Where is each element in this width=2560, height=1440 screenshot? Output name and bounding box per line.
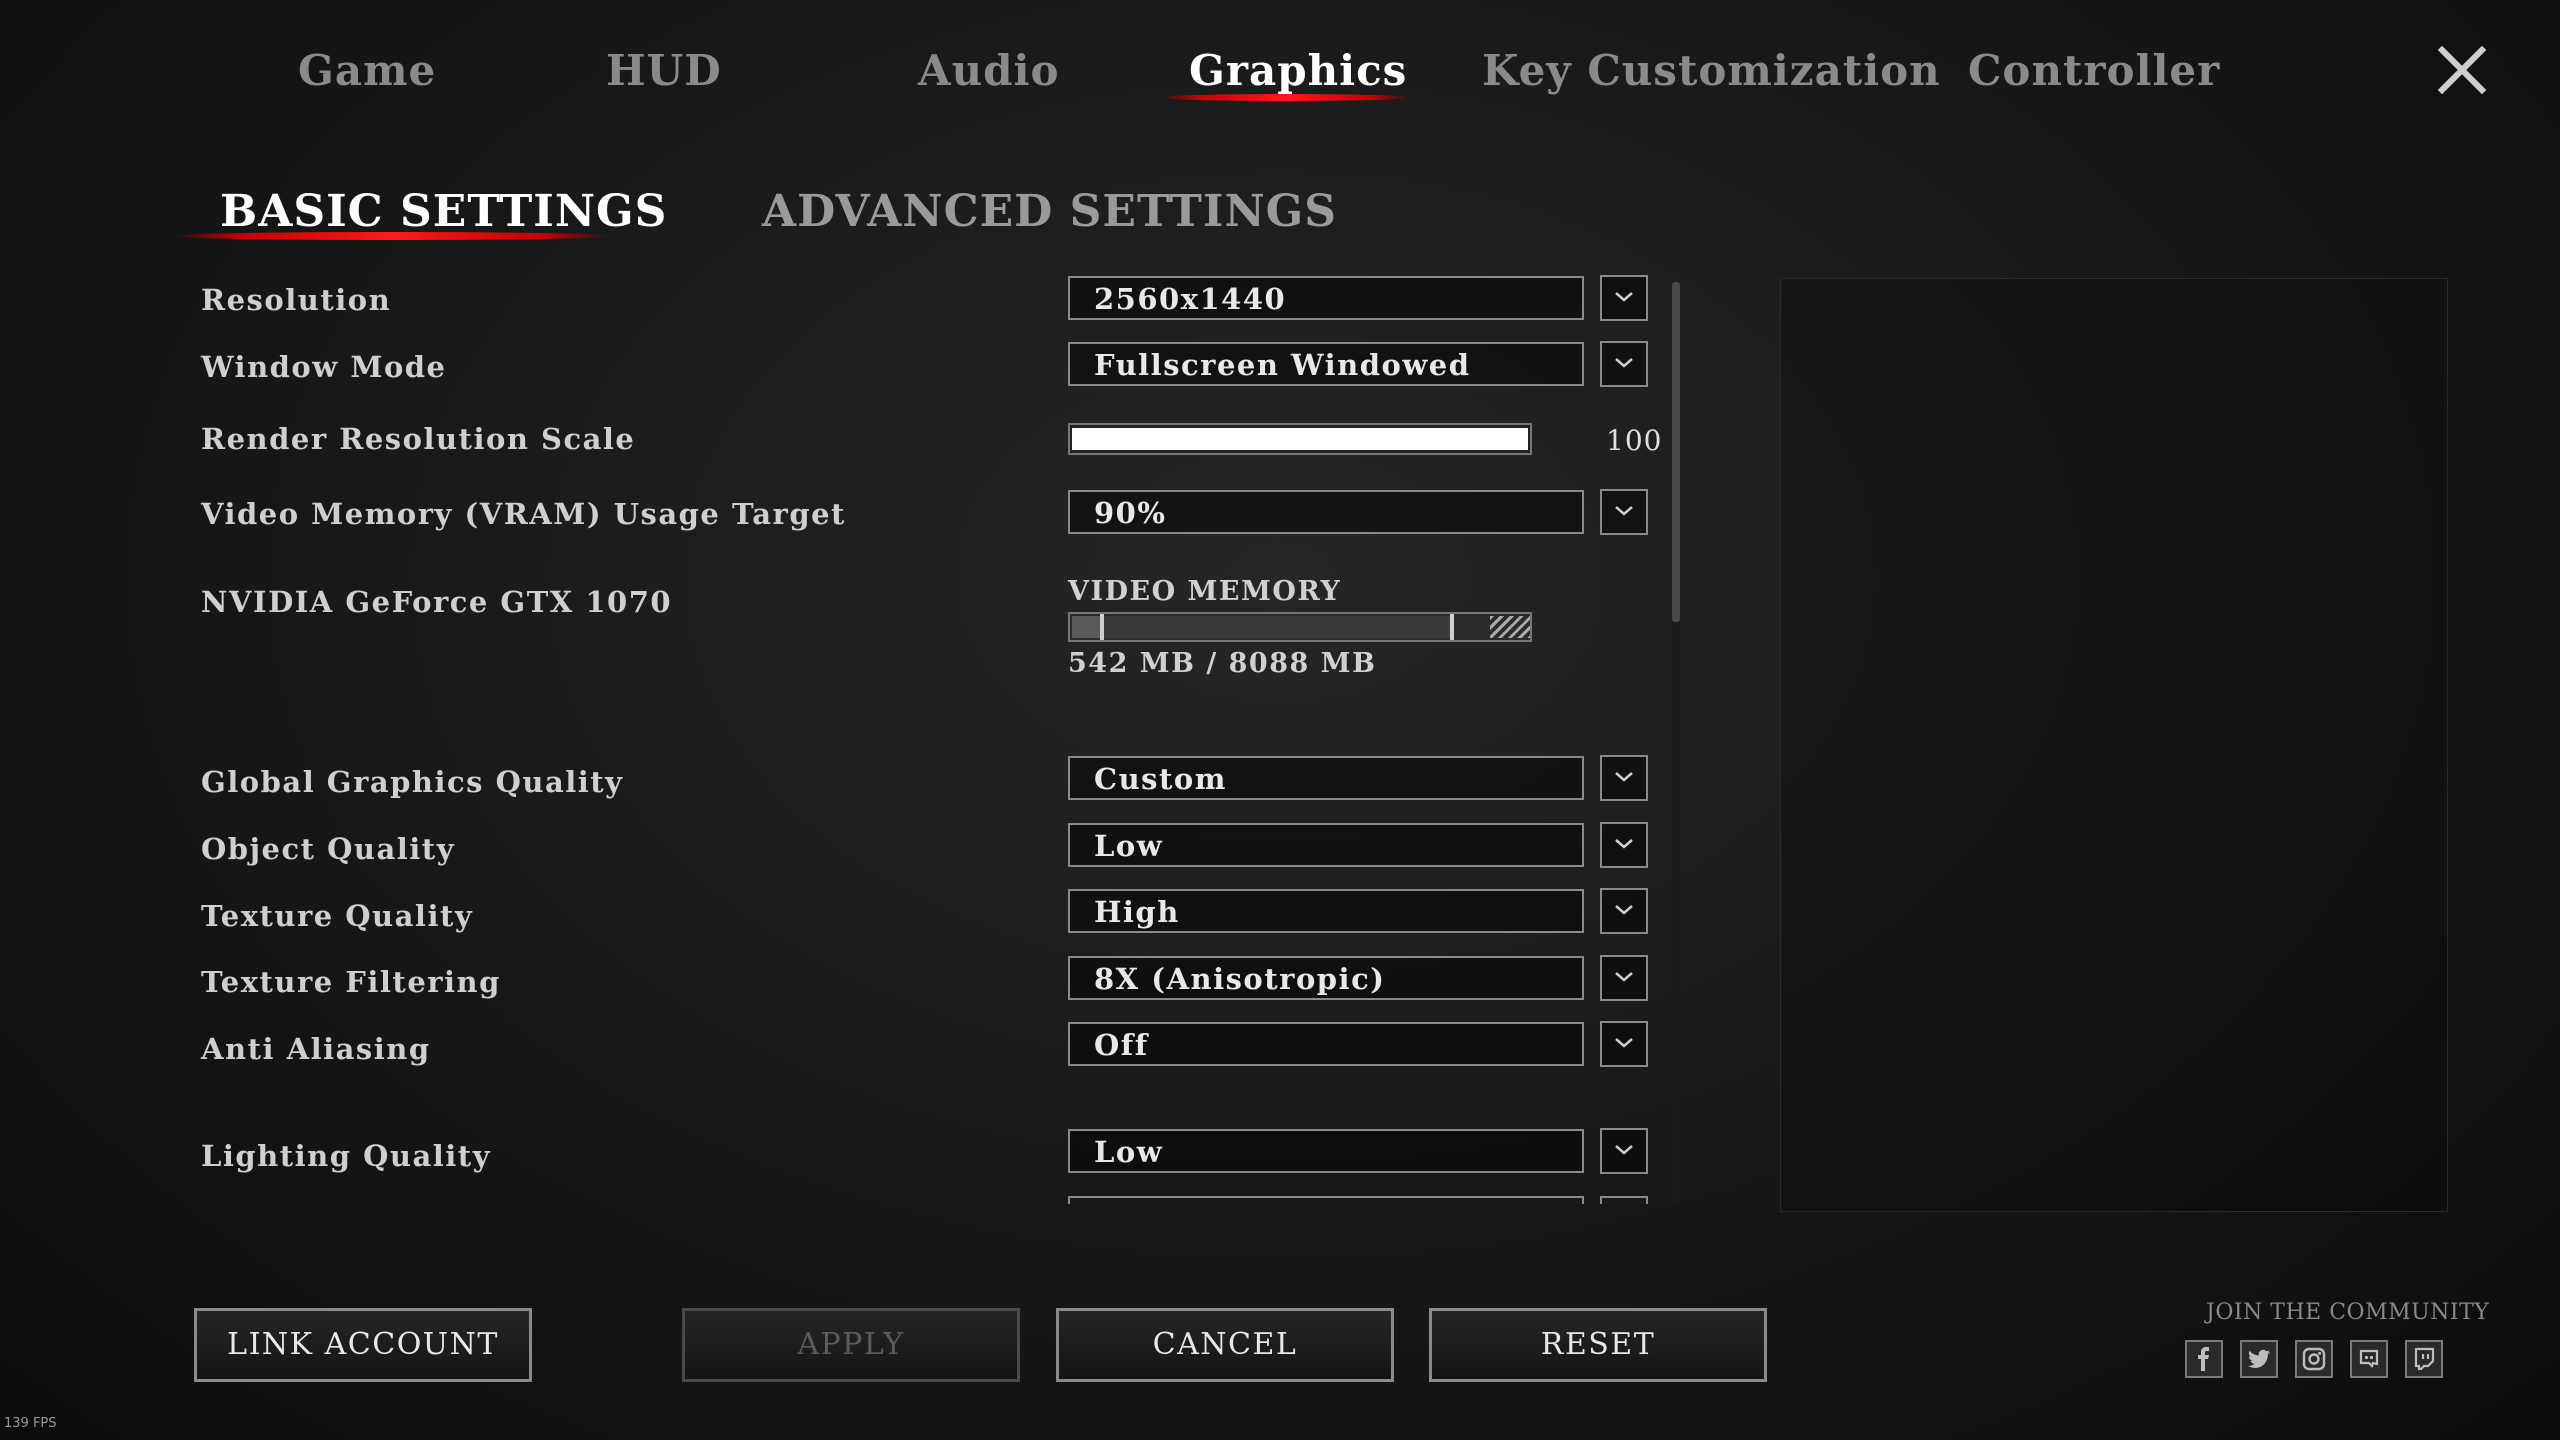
texture-filtering-label: Texture Filtering <box>201 965 501 999</box>
lighting-quality-label: Lighting Quality <box>201 1139 492 1173</box>
texture-quality-label: Texture Quality <box>201 899 474 933</box>
global-quality-dropdown[interactable]: Custom <box>1068 756 1584 800</box>
link-account-button[interactable]: LINK ACCOUNT <box>194 1308 532 1382</box>
top-tab-bar: Game HUD Audio Graphics Key Customizatio… <box>0 0 2560 130</box>
lighting-quality-value: Low <box>1094 1135 1164 1169</box>
clipped-next-dropdown-button <box>1600 1196 1648 1204</box>
video-memory-usage-text: 542 MB / 8088 MB <box>1068 648 1377 679</box>
chevron-down-icon <box>1615 1038 1633 1048</box>
object-quality-label: Object Quality <box>201 832 456 866</box>
video-memory-reserved-hatch <box>1490 616 1530 638</box>
texture-filtering-dropdown-button[interactable] <box>1600 955 1648 1001</box>
tab-graphics[interactable]: Graphics <box>1189 46 1407 95</box>
active-tab-underline <box>1160 94 1410 101</box>
instagram-icon[interactable] <box>2295 1340 2333 1378</box>
vram-target-dropdown-button[interactable] <box>1600 489 1648 535</box>
clipped-next-dropdown <box>1068 1196 1584 1204</box>
chevron-down-icon <box>1615 506 1633 516</box>
global-quality-value: Custom <box>1094 762 1227 796</box>
apply-button[interactable]: APPLY <box>682 1308 1020 1382</box>
render-scale-value: 100 <box>1606 424 1663 457</box>
global-quality-dropdown-button[interactable] <box>1600 755 1648 801</box>
video-memory-used-marker <box>1100 614 1104 640</box>
tab-key-customization[interactable]: Key Customization <box>1482 46 1941 95</box>
tab-game[interactable]: Game <box>298 46 436 95</box>
window-mode-value: Fullscreen Windowed <box>1094 348 1471 382</box>
twitter-icon[interactable] <box>2240 1340 2278 1378</box>
close-icon[interactable] <box>2436 44 2488 96</box>
texture-filtering-value: 8X (Anisotropic) <box>1094 962 1386 996</box>
texture-quality-value: High <box>1094 895 1180 929</box>
resolution-dropdown[interactable]: 2560x1440 <box>1068 276 1584 320</box>
window-mode-dropdown[interactable]: Fullscreen Windowed <box>1068 342 1584 386</box>
video-memory-bar <box>1068 612 1532 642</box>
settings-scrollbar-thumb[interactable] <box>1672 282 1680 622</box>
join-community-label: JOIN THE COMMUNITY <box>2206 1300 2490 1325</box>
fps-counter: 139 FPS <box>4 1416 57 1431</box>
lighting-quality-dropdown-button[interactable] <box>1600 1128 1648 1174</box>
anti-aliasing-value: Off <box>1094 1028 1149 1062</box>
cancel-button[interactable]: CANCEL <box>1056 1308 1394 1382</box>
chevron-down-icon <box>1615 292 1633 302</box>
tab-hud[interactable]: HUD <box>606 46 722 95</box>
subtab-advanced-settings[interactable]: ADVANCED SETTINGS <box>762 186 1337 237</box>
texture-quality-dropdown-button[interactable] <box>1600 888 1648 934</box>
tab-audio[interactable]: Audio <box>918 46 1059 95</box>
resolution-value: 2560x1440 <box>1094 282 1287 316</box>
window-mode-dropdown-button[interactable] <box>1600 341 1648 387</box>
chevron-down-icon <box>1615 772 1633 782</box>
subtab-basic-settings[interactable]: BASIC SETTINGS <box>220 186 667 237</box>
chevron-down-icon <box>1615 358 1633 368</box>
facebook-icon[interactable] <box>2185 1340 2223 1378</box>
object-quality-value: Low <box>1094 829 1164 863</box>
resolution-label: Resolution <box>201 283 392 317</box>
texture-quality-dropdown[interactable]: High <box>1068 889 1584 933</box>
vram-target-label: Video Memory (VRAM) Usage Target <box>201 497 846 531</box>
anti-aliasing-label: Anti Aliasing <box>201 1032 431 1066</box>
lighting-quality-dropdown[interactable]: Low <box>1068 1129 1584 1173</box>
reset-button[interactable]: RESET <box>1429 1308 1767 1382</box>
active-subtab-underline <box>172 232 612 240</box>
resolution-dropdown-button[interactable] <box>1600 275 1648 321</box>
video-memory-target-marker <box>1450 614 1454 640</box>
vram-target-dropdown[interactable]: 90% <box>1068 490 1584 534</box>
anti-aliasing-dropdown-button[interactable] <box>1600 1021 1648 1067</box>
vram-target-value: 90% <box>1094 496 1167 530</box>
anti-aliasing-dropdown[interactable]: Off <box>1068 1022 1584 1066</box>
window-mode-label: Window Mode <box>201 350 447 384</box>
video-memory-label: VIDEO MEMORY <box>1068 576 1342 607</box>
video-memory-target-fill <box>1072 616 1450 638</box>
render-scale-label: Render Resolution Scale <box>201 422 636 456</box>
chevron-down-icon <box>1615 905 1633 915</box>
gpu-name-label: NVIDIA GeForce GTX 1070 <box>201 585 673 619</box>
setting-preview-panel <box>1780 278 2448 1212</box>
object-quality-dropdown[interactable]: Low <box>1068 823 1584 867</box>
texture-filtering-dropdown[interactable]: 8X (Anisotropic) <box>1068 956 1584 1000</box>
twitch-icon[interactable] <box>2405 1340 2443 1378</box>
render-scale-slider[interactable] <box>1068 423 1532 455</box>
object-quality-dropdown-button[interactable] <box>1600 822 1648 868</box>
video-memory-used-fill <box>1072 616 1100 638</box>
chevron-down-icon <box>1615 972 1633 982</box>
discord-icon[interactable] <box>2350 1340 2388 1378</box>
tab-controller[interactable]: Controller <box>1968 46 2220 95</box>
chevron-down-icon <box>1615 839 1633 849</box>
chevron-down-icon <box>1615 1145 1633 1155</box>
render-scale-slider-fill <box>1072 428 1528 450</box>
global-quality-label: Global Graphics Quality <box>201 765 624 799</box>
